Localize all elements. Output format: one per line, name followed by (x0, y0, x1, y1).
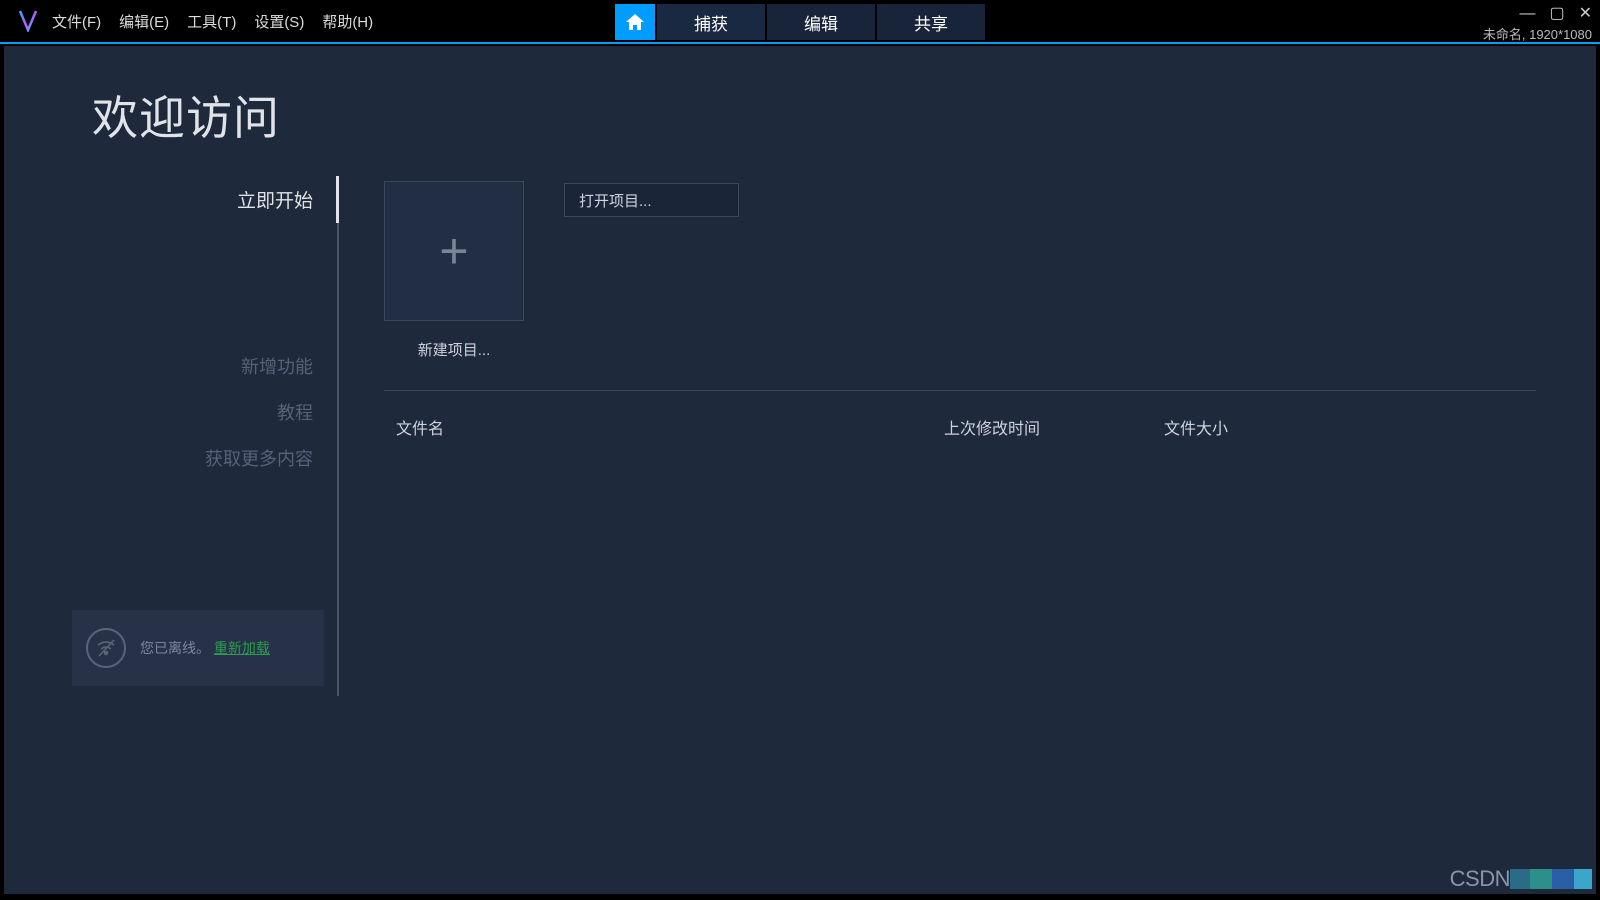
sidebar-item-tutorials[interactable]: 教程 (69, 389, 337, 435)
content-area: + 新建项目... 打开项目... 文件名 上次修改时间 文件大小 (384, 181, 1536, 439)
reload-link[interactable]: 重新加载 (214, 640, 270, 656)
welcome-title: 欢迎访问 (92, 82, 280, 148)
window-controls: — ▢ ✕ (1519, 6, 1592, 22)
sidebar-item-get-more[interactable]: 获取更多内容 (69, 435, 337, 481)
minimize-icon[interactable]: — (1519, 6, 1535, 22)
column-modified: 上次修改时间 (944, 415, 1164, 439)
home-icon (626, 14, 644, 30)
tab-edit[interactable]: 编辑 (767, 4, 875, 40)
menu-help[interactable]: 帮助(H) (322, 11, 373, 32)
column-size: 文件大小 (1164, 415, 1536, 439)
menu-edit[interactable]: 编辑(E) (119, 11, 169, 32)
menu-settings[interactable]: 设置(S) (254, 11, 304, 32)
plus-icon: + (439, 226, 468, 276)
menu-tools[interactable]: 工具(T) (187, 11, 236, 32)
recent-files-header: 文件名 上次修改时间 文件大小 (384, 415, 1536, 439)
offline-icon (86, 628, 126, 668)
column-filename: 文件名 (384, 415, 944, 439)
maximize-icon[interactable]: ▢ (1549, 6, 1564, 22)
tab-share[interactable]: 共享 (877, 4, 985, 40)
new-project-tile[interactable]: + 新建项目... (384, 181, 524, 360)
app-logo-icon (16, 9, 40, 33)
new-project-label: 新建项目... (384, 339, 524, 360)
workspace: 欢迎访问 立即开始 新增功能 教程 获取更多内容 您已离线。 重新加载 + 新建… (4, 46, 1596, 894)
tab-capture[interactable]: 捕获 (657, 4, 765, 40)
menubar: 文件(F) 编辑(E) 工具(T) 设置(S) 帮助(H) (52, 11, 373, 32)
welcome-sidebar: 立即开始 新增功能 教程 获取更多内容 您已离线。 重新加载 (69, 176, 339, 696)
offline-notice: 您已离线。 重新加载 (72, 610, 324, 686)
close-icon[interactable]: ✕ (1579, 6, 1592, 22)
open-project-button[interactable]: 打开项目... (564, 183, 739, 217)
offline-text: 您已离线。 重新加载 (140, 638, 270, 659)
menu-file[interactable]: 文件(F) (52, 11, 101, 32)
watermark: CSDN (1450, 866, 1592, 892)
sidebar-item-whats-new[interactable]: 新增功能 (69, 343, 337, 389)
sidebar-item-get-started[interactable]: 立即开始 (69, 176, 337, 223)
divider (384, 390, 1536, 391)
tab-home[interactable] (615, 4, 655, 40)
project-status-label: 未命名, 1920*1080 (1483, 24, 1592, 43)
mode-tabs: 捕获 编辑 共享 (615, 4, 985, 40)
